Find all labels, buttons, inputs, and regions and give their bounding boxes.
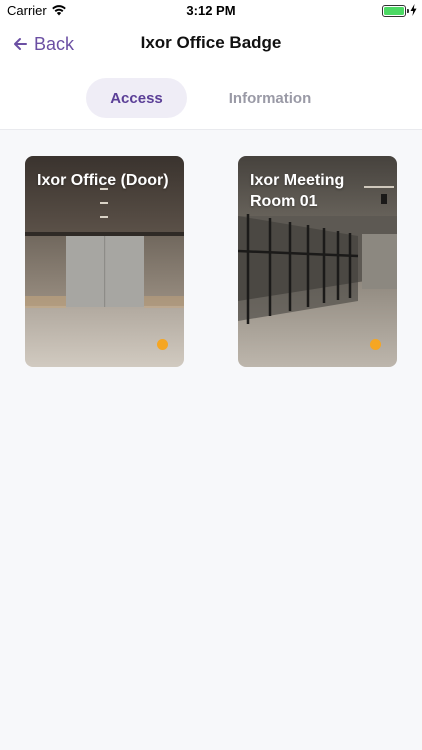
segmented-tabs: Access Information (0, 66, 422, 130)
door-card-meeting-room[interactable]: Ixor Meeting Room 01 (238, 156, 397, 367)
tab-information[interactable]: Information (215, 78, 325, 118)
page-title: Ixor Office Badge (140, 33, 282, 52)
battery-cap (407, 9, 409, 13)
tab-access[interactable]: Access (86, 78, 187, 118)
navigation-bar: Back Ixor Office Badge (0, 22, 422, 66)
clock: 3:12 PM (186, 3, 236, 18)
screen: Carrier 3:12 PM Back Ixor Office Badge A… (0, 0, 422, 750)
door-card-office[interactable]: Ixor Office (Door) (25, 156, 184, 367)
status-indicator (370, 339, 381, 350)
door-name: Ixor Meeting Room 01 (250, 172, 345, 210)
status-indicator (157, 339, 168, 350)
door-name: Ixor Office (Door) (37, 172, 169, 189)
battery-icon (382, 5, 406, 17)
battery-level (384, 7, 404, 15)
status-bar: Carrier 3:12 PM (0, 0, 422, 22)
charging-icon (410, 4, 417, 16)
